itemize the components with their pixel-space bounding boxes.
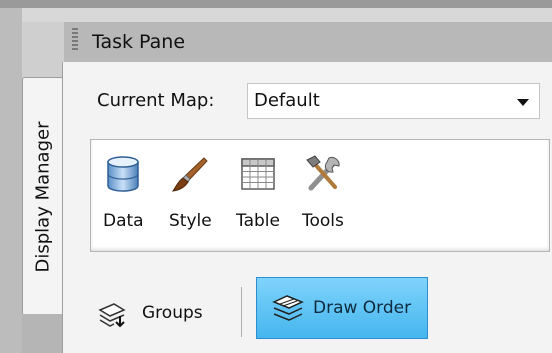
style-button-label: Style [169,211,212,231]
draw-order-button-label: Draw Order [313,298,412,318]
groups-button-label: Groups [142,303,203,323]
left-gutter [0,8,22,353]
task-pane-title: Task Pane [92,31,186,53]
display-manager-tab[interactable]: Display Manager [22,77,63,316]
data-button[interactable]: Data [103,154,144,231]
frame-shade [22,8,552,22]
top-strip [0,0,552,8]
groups-button[interactable]: Groups [96,294,221,332]
table-icon [238,154,278,194]
draw-order-icon [272,295,304,321]
tools-button[interactable]: Tools [302,154,344,231]
display-manager-pane: Current Map: Default Data Style Table To… [62,62,552,353]
draw-order-button[interactable]: Draw Order [256,277,428,339]
wrench-hammer-icon [303,154,343,194]
tool-ribbon: Data Style Table Tools [90,139,550,252]
paintbrush-icon [170,154,210,194]
database-icon [103,154,143,194]
table-button-label: Table [236,211,280,231]
current-map-label: Current Map: [97,90,215,111]
groups-icon [98,303,126,328]
drag-grip-icon[interactable] [72,28,78,50]
style-button[interactable]: Style [169,154,212,231]
toggle-divider [241,287,242,337]
task-pane-title-bar[interactable]: Task Pane [64,22,552,63]
data-button-label: Data [103,211,144,231]
current-map-dropdown[interactable]: Default [247,83,540,119]
table-button[interactable]: Table [236,154,280,231]
tools-button-label: Tools [302,211,344,231]
current-map-value: Default [254,90,320,111]
tab-strip-bottom [22,314,62,353]
dropdown-arrow-icon[interactable] [517,99,529,106]
display-manager-tab-label: Display Manager [32,121,54,272]
